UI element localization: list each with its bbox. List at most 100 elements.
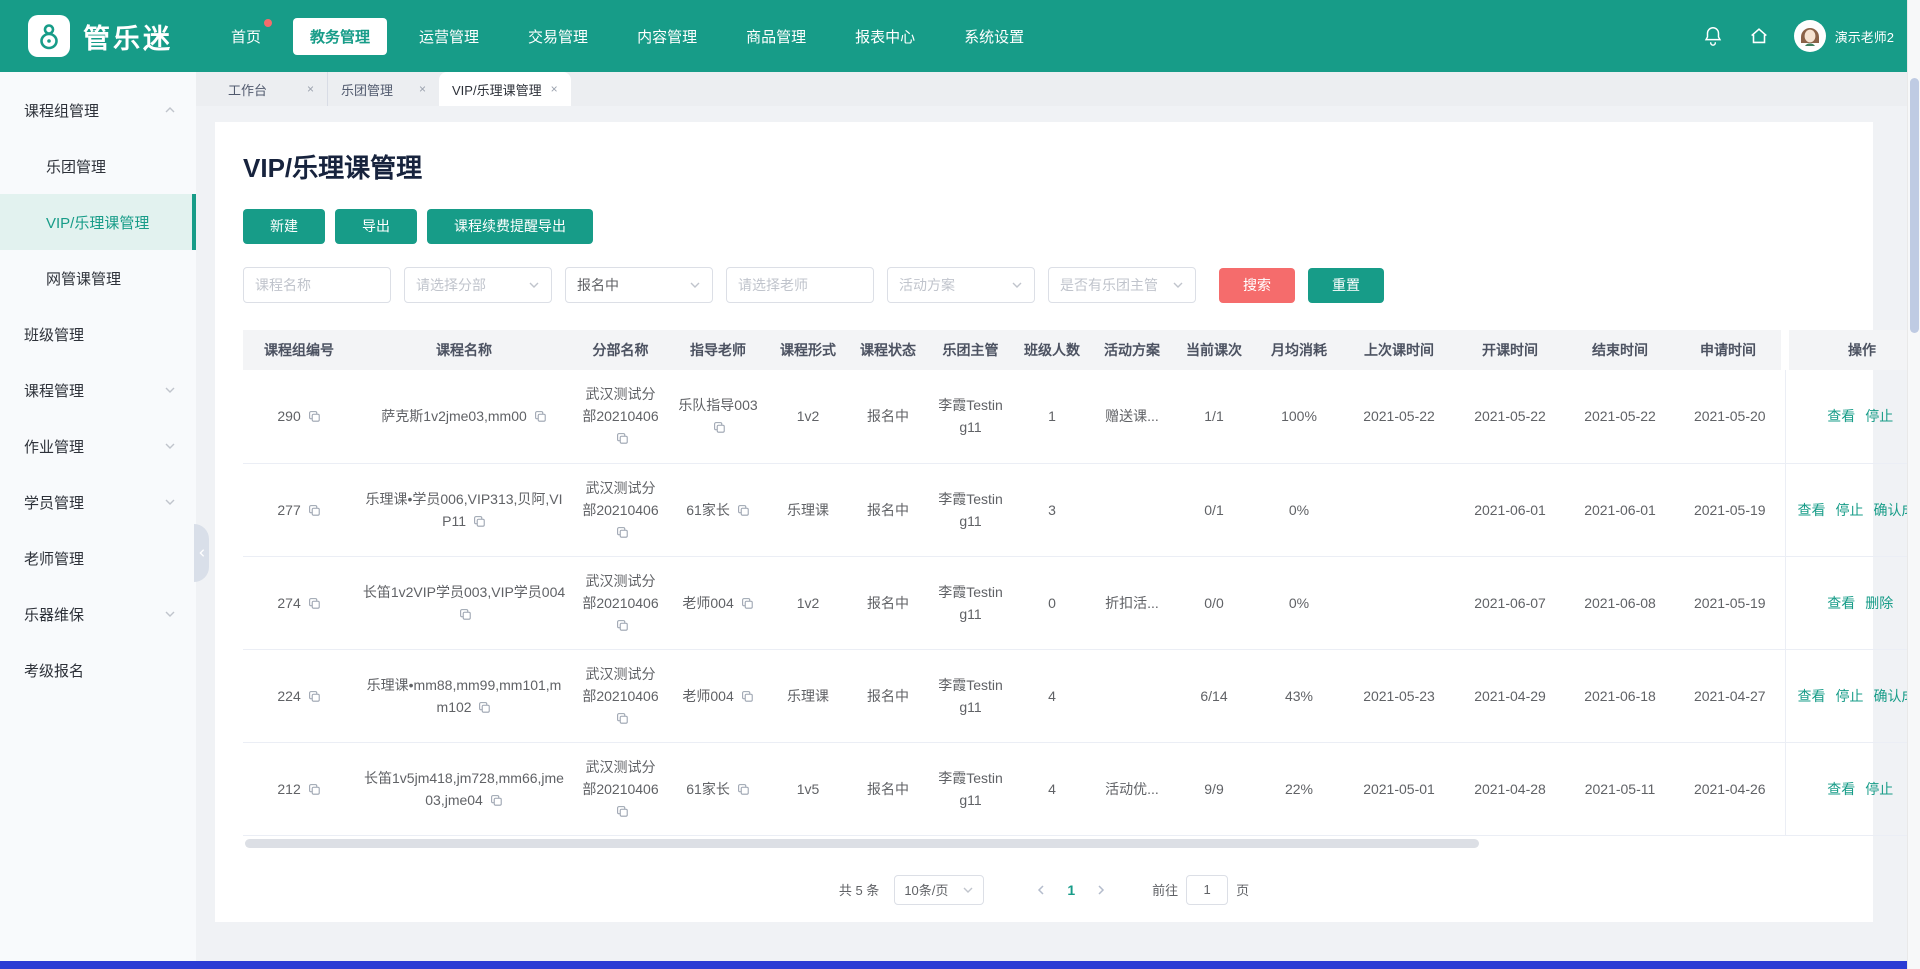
row-action-stop[interactable]: 停止 (1865, 781, 1893, 797)
sidebar-item-exam[interactable]: 考级报名 (0, 642, 196, 698)
copy-icon[interactable] (616, 526, 629, 539)
sidebar-item-instrument[interactable]: 乐器维保 (0, 586, 196, 642)
row-action-stop[interactable]: 停止 (1865, 408, 1893, 424)
select-value: 活动方案 (899, 275, 955, 295)
sidebar-item-course[interactable]: 课程管理 (0, 362, 196, 418)
brand-logo[interactable]: 管乐迷 (28, 15, 190, 57)
row-action-view[interactable]: 查看 (1827, 408, 1855, 424)
copy-icon[interactable] (741, 690, 754, 703)
sidebar-item-student[interactable]: 学员管理 (0, 474, 196, 530)
new-button[interactable]: 新建 (243, 209, 325, 244)
sidebar-item-vip-course[interactable]: VIP/乐理课管理 (0, 194, 196, 250)
sidebar-item-label: VIP/乐理课管理 (46, 212, 172, 233)
copy-icon[interactable] (616, 432, 629, 445)
tab-close-icon[interactable]: × (419, 82, 426, 96)
copy-icon[interactable] (308, 410, 321, 423)
copy-icon[interactable] (616, 712, 629, 725)
export-button[interactable]: 导出 (335, 209, 417, 244)
sidebar-item-label: 乐团管理 (46, 156, 176, 177)
vertical-scrollbar[interactable] (1907, 0, 1920, 969)
tab-orchestra[interactable]: 乐团管理× (327, 72, 439, 106)
chevron-down-icon (164, 440, 176, 452)
sidebar-submenu-course-group: 乐团管理 VIP/乐理课管理网管课管理 (0, 138, 196, 306)
cell-status: 报名中 (848, 463, 928, 556)
copy-icon[interactable] (478, 701, 491, 714)
reset-button[interactable]: 重置 (1308, 268, 1384, 303)
vertical-scrollbar-thumb[interactable] (1910, 78, 1919, 333)
copy-icon[interactable] (308, 783, 321, 796)
copy-icon[interactable] (616, 619, 629, 632)
home-icon[interactable] (1748, 25, 1770, 47)
row-action-view[interactable]: 查看 (1798, 502, 1826, 518)
course-status-select[interactable]: 报名中 (565, 267, 713, 303)
sidebar-item-class[interactable]: 班级管理 (0, 306, 196, 362)
cell-last_class: 2021-05-23 (1343, 649, 1455, 742)
row-action-delete[interactable]: 删除 (1865, 595, 1893, 611)
goto-page-input[interactable] (1186, 875, 1228, 905)
table-row: 290 萨克斯1v2jme03,mm00 武汉测试分部20210406 乐队指导… (243, 370, 1920, 463)
copy-icon[interactable] (737, 783, 750, 796)
activity-select[interactable]: 活动方案 (887, 267, 1035, 303)
nav-item-home[interactable]: 首页 (214, 18, 278, 55)
sidebar-collapse-handle[interactable] (194, 524, 209, 582)
cell-id: 224 (243, 649, 355, 742)
next-page-icon[interactable] (1095, 884, 1107, 896)
has-manager-select[interactable]: 是否有乐团主管 (1048, 267, 1196, 303)
nav-item-academic[interactable]: 教务管理 (293, 18, 387, 55)
bell-icon[interactable] (1702, 25, 1724, 47)
cell-class_size: 0 (1013, 556, 1091, 649)
nav-item-report[interactable]: 报表中心 (838, 18, 932, 55)
course-name-input[interactable] (243, 267, 391, 303)
tab-workbench[interactable]: 工作台× (215, 72, 327, 106)
cell-name: 长笛1v5jm418,jm728,mm66,jme03,jme04 (355, 742, 573, 835)
copy-icon[interactable] (490, 794, 503, 807)
nav-item-operation[interactable]: 运营管理 (402, 18, 496, 55)
row-action-view[interactable]: 查看 (1827, 595, 1855, 611)
col-15: 操作 (1785, 330, 1920, 370)
tab-vip-course[interactable]: VIP/乐理课管理× (439, 72, 571, 106)
copy-icon[interactable] (308, 690, 321, 703)
tab-close-icon[interactable]: × (307, 82, 314, 96)
copy-icon[interactable] (534, 410, 547, 423)
sidebar-item-homework[interactable]: 作业管理 (0, 418, 196, 474)
renew-export-button[interactable]: 课程续费提醒导出 (427, 209, 593, 244)
sidebar-item-online-course[interactable]: 网管课管理 (0, 250, 196, 306)
cell-last_class: 2021-05-01 (1343, 742, 1455, 835)
user-menu[interactable]: 演示老师2 (1794, 20, 1894, 52)
row-action-stop[interactable]: 停止 (1836, 688, 1864, 704)
copy-icon[interactable] (459, 608, 472, 621)
branch-select[interactable]: 请选择分部 (404, 267, 552, 303)
tab-close-icon[interactable]: × (551, 82, 558, 96)
chevron-down-icon (164, 608, 176, 620)
copy-icon[interactable] (308, 504, 321, 517)
cell-status: 报名中 (848, 556, 928, 649)
sidebar-item-label: 老师管理 (24, 548, 176, 569)
row-action-stop[interactable]: 停止 (1836, 502, 1864, 518)
cell-status: 报名中 (848, 649, 928, 742)
copy-icon[interactable] (616, 805, 629, 818)
sidebar-item-orchestra[interactable]: 乐团管理 (0, 138, 196, 194)
copy-icon[interactable] (308, 597, 321, 610)
nav-item-goods[interactable]: 商品管理 (729, 18, 823, 55)
search-button[interactable]: 搜索 (1219, 268, 1295, 303)
goto-page: 前往 页 (1152, 875, 1249, 905)
course-table: 课程组编号课程名称分部名称指导老师课程形式课程状态乐团主管班级人数活动方案当前课… (243, 330, 1920, 836)
copy-icon[interactable] (713, 421, 726, 434)
sidebar-item-course-group[interactable]: 课程组管理 (0, 82, 196, 138)
copy-icon[interactable] (741, 597, 754, 610)
nav-item-content[interactable]: 内容管理 (620, 18, 714, 55)
prev-page-icon[interactable] (1035, 884, 1047, 896)
nav-item-system[interactable]: 系统设置 (947, 18, 1041, 55)
copy-icon[interactable] (473, 515, 486, 528)
nav-item-trade[interactable]: 交易管理 (511, 18, 605, 55)
row-action-view[interactable]: 查看 (1827, 781, 1855, 797)
page-size-select[interactable]: 10条/页 (894, 875, 984, 905)
cell-form: 乐理课 (768, 463, 848, 556)
current-page[interactable]: 1 (1067, 882, 1075, 898)
row-action-view[interactable]: 查看 (1798, 688, 1826, 704)
horizontal-scrollbar-thumb[interactable] (245, 839, 1479, 848)
copy-icon[interactable] (737, 504, 750, 517)
notification-dot (264, 19, 272, 27)
teacher-input[interactable] (726, 267, 874, 303)
sidebar-item-teacher[interactable]: 老师管理 (0, 530, 196, 586)
